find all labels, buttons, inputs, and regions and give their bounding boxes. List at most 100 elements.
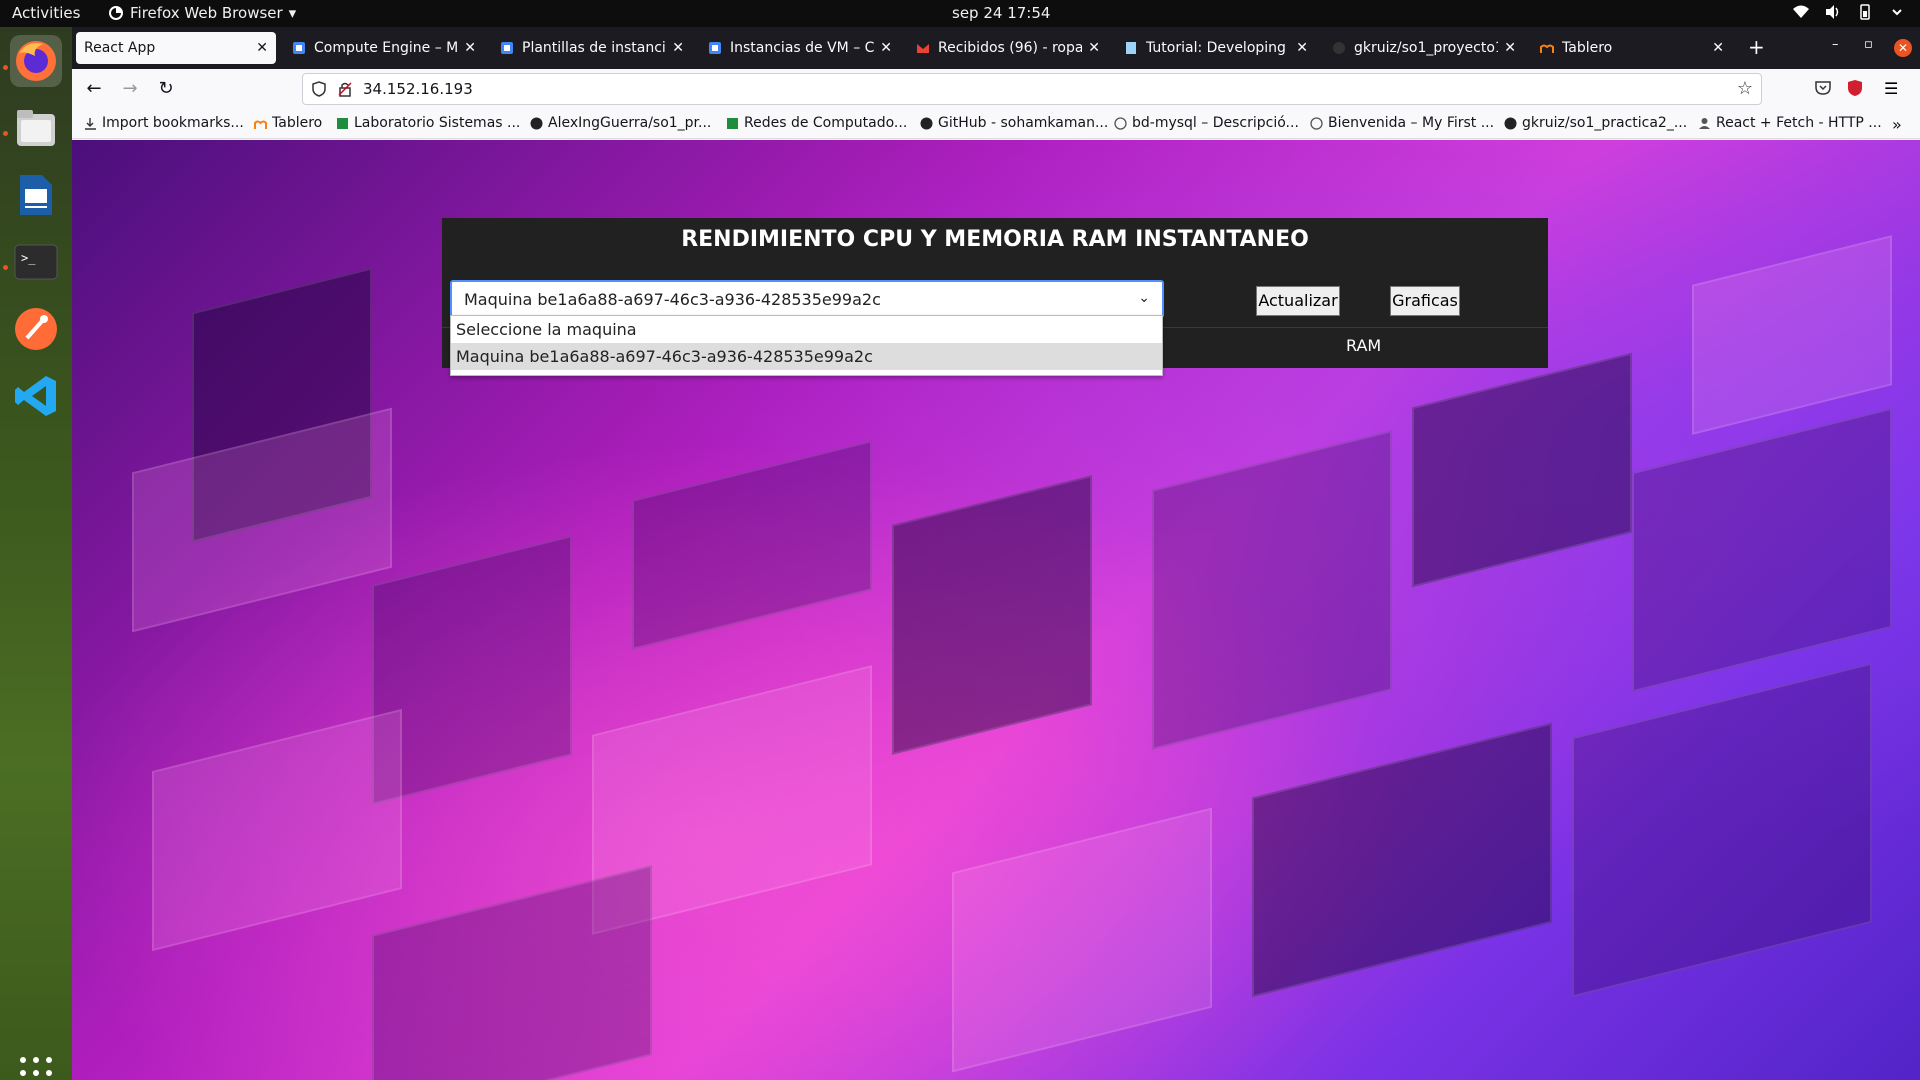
clock[interactable]: sep 24 17:54 — [952, 4, 1050, 22]
bookmark-label: Tablero — [272, 115, 323, 131]
bookmark-tablero[interactable]: Tablero — [254, 115, 322, 131]
tab-gmail[interactable]: Recibidos (96) - ropapo ✕ — [908, 32, 1108, 64]
dock-terminal[interactable]: >_ — [10, 236, 62, 288]
tab-instancias-vm[interactable]: Instancias de VM – Cor ✕ — [700, 32, 900, 64]
tab-label: Tutorial: Developing a — [1146, 40, 1291, 56]
show-applications-icon[interactable] — [20, 1057, 52, 1080]
url-bar[interactable]: 34.152.16.193 ☆ — [302, 73, 1762, 105]
back-icon[interactable]: ← — [82, 77, 106, 101]
bookmark-alexing[interactable]: AlexIngGuerra/so1_pr... — [530, 115, 711, 131]
close-tab-icon[interactable]: ✕ — [464, 40, 476, 56]
machine-select-value: Maquina be1a6a88-a697-46c3-a936-428535e9… — [464, 290, 881, 309]
tab-tutorial[interactable]: Tutorial: Developing a ✕ — [1116, 32, 1316, 64]
bookmark-bienvenida[interactable]: Bienvenida – My First ... — [1310, 115, 1494, 131]
pocket-icon[interactable] — [1814, 79, 1832, 97]
dock-postman[interactable] — [10, 303, 62, 355]
globe-icon — [1310, 116, 1323, 130]
gcp-icon — [709, 42, 721, 54]
close-tab-icon[interactable]: ✕ — [1712, 40, 1724, 56]
svg-text:>_: >_ — [21, 251, 36, 265]
close-tab-icon[interactable]: ✕ — [256, 40, 268, 56]
document-icon — [1126, 42, 1136, 54]
bookmark-label: React + Fetch - HTTP ... — [1716, 115, 1882, 131]
dock-firefox[interactable] — [10, 35, 62, 87]
bookmark-label: Redes de Computado... — [744, 115, 908, 131]
bookmarks-overflow-icon[interactable]: » — [1892, 115, 1902, 134]
tab-plantillas[interactable]: Plantillas de instancia ✕ — [492, 32, 692, 64]
forward-icon[interactable]: → — [118, 77, 142, 101]
power-menu-icon — [1892, 9, 1902, 16]
insecure-lock-icon — [338, 82, 352, 97]
system-tray[interactable] — [1792, 3, 1906, 21]
dropdown-option[interactable]: Seleccione la maquina — [451, 316, 1162, 343]
tab-github-proyecto[interactable]: gkruiz/so1_proyecto1_ ✕ — [1324, 32, 1524, 64]
github-icon — [1333, 42, 1345, 54]
volume-icon — [1826, 5, 1839, 19]
bookmark-laboratorio[interactable]: Laboratorio Sistemas ... — [336, 115, 520, 131]
dock-libreoffice-writer[interactable] — [10, 169, 62, 221]
new-tab-icon[interactable]: + — [1748, 35, 1765, 59]
running-indicator — [3, 131, 8, 136]
dock-vscode[interactable] — [10, 370, 62, 422]
caret-down-icon: ▾ — [288, 4, 297, 22]
tab-compute-engine[interactable]: Compute Engine – My Fi ✕ — [284, 32, 484, 64]
activities-button[interactable]: Activities — [12, 4, 80, 22]
dropdown-option-selected[interactable]: Maquina be1a6a88-a697-46c3-a936-428535e9… — [451, 343, 1162, 370]
menu-hamburger-icon[interactable]: ☰ — [1884, 79, 1898, 98]
moodle-icon — [1540, 44, 1554, 53]
app-menu[interactable]: Firefox Web Browser ▾ — [108, 4, 296, 22]
firefox-small-icon — [109, 6, 123, 20]
bookmark-label: GitHub - sohamkaman... — [938, 115, 1109, 131]
close-tab-icon[interactable]: ✕ — [880, 40, 892, 56]
classroom-icon — [337, 117, 348, 129]
close-tab-icon[interactable]: ✕ — [1088, 40, 1100, 56]
bookmark-label: bd-mysql – Descripció... — [1132, 115, 1299, 131]
postman-icon — [15, 308, 57, 350]
minimize-icon[interactable]: – — [1832, 37, 1839, 52]
dock-files[interactable] — [10, 102, 62, 154]
update-button[interactable]: Actualizar — [1256, 286, 1340, 316]
close-tab-icon[interactable]: ✕ — [672, 40, 684, 56]
bookmark-label: Import bookmarks... — [102, 115, 244, 131]
bookmark-redes[interactable]: Redes de Computado... — [726, 115, 907, 131]
close-tab-icon[interactable]: ✕ — [1296, 40, 1308, 56]
running-indicator — [3, 265, 8, 270]
close-tab-icon[interactable]: ✕ — [1504, 40, 1516, 56]
app-menu-label: Firefox Web Browser — [130, 4, 283, 22]
tab-label: Tablero — [1562, 40, 1613, 56]
tab-label: Recibidos (96) - ropapo — [938, 40, 1083, 56]
bookmark-gkruiz-practica[interactable]: gkruiz/so1_practica2_... — [1504, 115, 1687, 131]
tracking-shield-icon — [312, 81, 326, 97]
ublock-icon[interactable] — [1846, 79, 1864, 97]
gmail-icon — [917, 44, 929, 53]
reload-icon[interactable]: ↻ — [154, 77, 178, 101]
bookmark-label: AlexIngGuerra/so1_pr... — [548, 115, 712, 131]
machine-select[interactable]: Maquina be1a6a88-a697-46c3-a936-428535e9… — [450, 280, 1164, 318]
gcp-icon — [293, 42, 305, 54]
classroom-icon — [727, 117, 738, 129]
page-viewport: RENDIMIENTO CPU Y MEMORIA RAM INSTANTANE… — [72, 140, 1920, 1080]
bookmark-github-soham[interactable]: GitHub - sohamkaman... — [920, 115, 1108, 131]
tab-tablero[interactable]: Tablero ✕ — [1532, 32, 1732, 64]
firefox-window: React App ✕ Compute Engine – My Fi ✕ Pla… — [72, 27, 1920, 1080]
writer-icon — [20, 175, 52, 215]
bookmark-label: gkruiz/so1_practica2_... — [1522, 115, 1688, 131]
window-close-icon[interactable]: ✕ — [1894, 39, 1912, 57]
tab-label: Compute Engine – My Fi — [314, 40, 459, 56]
wifi-icon — [1793, 5, 1809, 18]
bookmark-label: Laboratorio Sistemas ... — [354, 115, 521, 131]
charts-button[interactable]: Graficas — [1390, 286, 1460, 316]
tab-react-app[interactable]: React App ✕ — [76, 32, 276, 64]
tab-strip: React App ✕ Compute Engine – My Fi ✕ Pla… — [72, 27, 1920, 69]
maximize-icon[interactable]: ▫ — [1864, 37, 1873, 52]
chevron-down-icon: ⌄ — [1138, 290, 1150, 306]
bookmark-import[interactable]: Import bookmarks... — [84, 115, 244, 131]
files-icon — [17, 110, 55, 146]
bookmark-react-fetch[interactable]: React + Fetch - HTTP ... — [1698, 115, 1882, 131]
person-icon — [1699, 117, 1710, 129]
ubuntu-dock: >_ — [0, 27, 72, 1080]
tab-label: Instancias de VM – Cor — [730, 40, 875, 56]
bookmark-bd-mysql[interactable]: bd-mysql – Descripció... — [1114, 115, 1299, 131]
bookmark-star-icon[interactable]: ☆ — [1737, 78, 1753, 99]
bookmarks-toolbar: Import bookmarks... Tablero Laboratorio … — [72, 109, 1920, 139]
